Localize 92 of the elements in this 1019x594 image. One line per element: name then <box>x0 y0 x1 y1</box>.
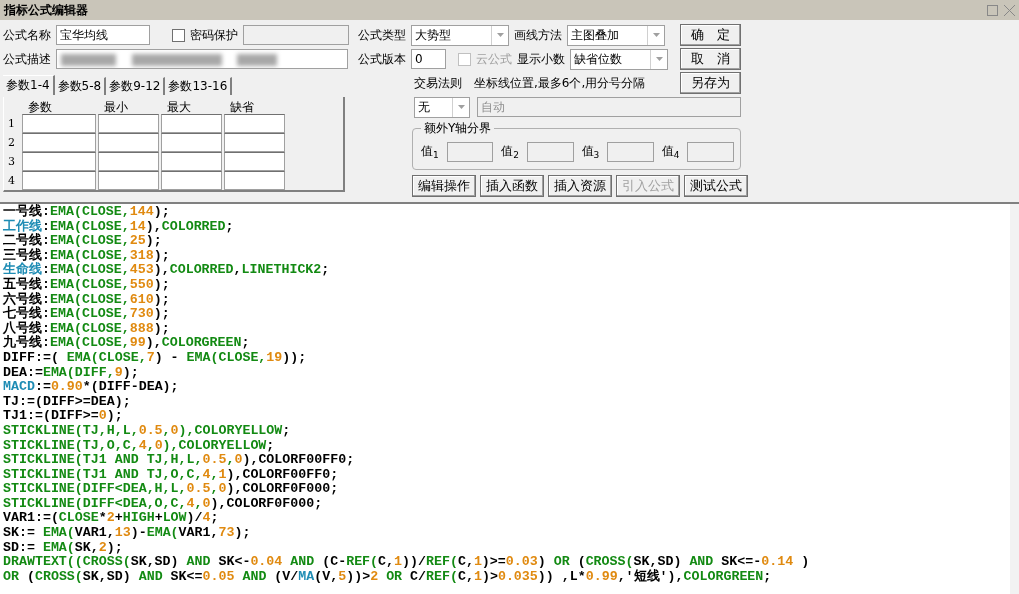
decimals-dropdown[interactable]: 缺省位数 <box>570 48 668 70</box>
param-tab[interactable]: 参数9-12 <box>106 77 166 95</box>
param-input[interactable] <box>161 152 222 171</box>
code-line: OR (CROSS(SK,SD) AND SK<=0.05 AND (V/MA(V,5))>2 OR C/REF(C,1)>0.035)) ,L*0.99,'短线'),COLORGREEN; <box>3 569 773 585</box>
action-button[interactable]: 编辑操作 <box>412 175 476 197</box>
field-label: 值$_{2}$ <box>501 143 519 161</box>
code-line: TJ1:=(DIFF>=0); <box>3 409 124 424</box>
window-title: 指标公式编辑器 <box>4 1 88 19</box>
formula-type-dropdown[interactable]: 大势型 <box>411 24 509 46</box>
name-field[interactable]: 宝华均线 <box>56 25 150 45</box>
code-line: 三号线:EMA(CLOSE,318); <box>3 248 171 263</box>
param-input[interactable] <box>161 114 222 133</box>
param-input[interactable] <box>98 171 159 190</box>
save-as-button[interactable]: 另存为 <box>680 72 741 94</box>
code-line: TJ:=(DIFF>=DEA); <box>3 394 132 410</box>
column-header: 缺省 <box>229 100 255 114</box>
dropdown-arrow-icon <box>655 57 663 61</box>
value-field[interactable] <box>446 142 494 162</box>
param-input[interactable] <box>22 133 96 152</box>
code-line: MACD:=0.90*(DIFF-DEA); <box>3 380 180 395</box>
code-line: 九号线:EMA(CLOSE,99),COLORGREEN; <box>3 336 251 351</box>
code-line: STICKLINE(TJ1 AND TJ,O,C,4,1),COLORF00FF0; <box>3 467 340 483</box>
code-line: 五号线:EMA(CLOSE,550); <box>3 277 171 292</box>
field-label: 显示小数 <box>517 50 565 68</box>
field-label: 值$_{3}$ <box>581 143 600 161</box>
code-line: DIFF:=( EMA(CLOSE,7) - EMA(CLOSE,19)); <box>3 350 308 366</box>
dropdown-arrow-icon <box>652 33 660 37</box>
field-label: 公式版本 <box>358 50 406 68</box>
column-header: 最大 <box>166 100 192 114</box>
value-field[interactable] <box>687 142 734 162</box>
row-number: 3 <box>8 154 16 170</box>
field-label: 坐标线位置,最多6个,用分号分隔 <box>474 74 646 92</box>
param-input[interactable] <box>22 152 96 171</box>
draw-method-dropdown[interactable]: 主图叠加 <box>567 24 665 46</box>
version-field[interactable]: 0 <box>411 49 446 69</box>
row-number: 2 <box>8 135 16 151</box>
code-line: DEA:=EMA(DIFF,9); <box>3 365 140 381</box>
param-input[interactable] <box>22 171 96 190</box>
param-input[interactable] <box>224 133 285 152</box>
field-label: 值$_{1}$ <box>421 143 439 161</box>
checkbox[interactable] <box>172 28 185 42</box>
code-line: 工作线:EMA(CLOSE,14),COLORRED; <box>3 219 235 234</box>
scrollbar[interactable] <box>1010 204 1019 594</box>
code-line: 二号线:EMA(CLOSE,25); <box>3 234 163 249</box>
action-button[interactable]: 插入资源 <box>548 175 612 197</box>
param-input[interactable] <box>224 171 285 190</box>
group-title: 额外Y轴分界 <box>421 120 495 137</box>
field-label: 公式名称 <box>3 26 51 44</box>
code-line: STICKLINE(DIFF<DEA,O,C,4,0),COLORF0F000; <box>3 496 324 512</box>
column-header: 最小 <box>103 100 129 114</box>
row-number: 4 <box>8 173 16 189</box>
param-input[interactable] <box>98 133 159 152</box>
action-button[interactable]: 插入函数 <box>480 175 544 197</box>
checkbox-label: 云公式 <box>476 50 512 68</box>
dropdown-arrow-icon <box>496 33 504 37</box>
column-header: 参数 <box>27 100 53 114</box>
code-line: 生命线:EMA(CLOSE,453),COLORRED,LINETHICK2; <box>3 263 331 278</box>
dropdown-arrow-icon <box>457 105 465 109</box>
code-line: 六号线:EMA(CLOSE,610); <box>3 292 171 307</box>
param-input[interactable] <box>22 114 96 133</box>
value-field[interactable] <box>527 142 574 162</box>
code-line: 八号线:EMA(CLOSE,888); <box>3 321 171 336</box>
field-label: 交易法则 <box>414 74 462 92</box>
code-line: DRAWTEXT((CROSS(SK,SD) AND SK<-0.04 AND (C-REF(C,1))/REF(C,1)>=0.03) OR (CROSS(SK,SD) AND SK<=-0.14 ) <box>3 555 811 570</box>
field-label: 公式类型 <box>358 26 406 44</box>
param-tab[interactable]: 参数13-16 <box>165 77 233 95</box>
field-label: 值$_{4}$ <box>661 143 680 161</box>
param-input[interactable] <box>161 171 222 190</box>
ok-button[interactable]: 确 定 <box>680 24 741 46</box>
param-input[interactable] <box>98 114 159 133</box>
code-line: SD:= EMA(SK,2); <box>3 540 124 556</box>
value-field[interactable] <box>607 142 654 162</box>
field-label: 画线方法 <box>514 26 562 44</box>
code-line: STICKLINE(TJ,O,C,4,0),COLORYELLOW; <box>3 438 276 454</box>
code-line: VAR1:=(CLOSE*2+HIGH+LOW)/4; <box>3 511 220 527</box>
code-line: STICKLINE(TJ1 AND TJ,H,L,0.5,0),COLORF00FF0; <box>3 453 356 468</box>
field-label: 公式描述 <box>3 50 51 68</box>
code-line: STICKLINE(TJ,H,L,0.5,0),COLORYELLOW; <box>3 423 292 439</box>
action-button[interactable]: 测试公式 <box>684 175 748 197</box>
param-input[interactable] <box>224 152 285 171</box>
trade-rule-dropdown[interactable]: 无 <box>414 96 470 118</box>
param-input[interactable] <box>224 114 285 133</box>
description-field[interactable] <box>56 49 348 69</box>
cancel-button[interactable]: 取 消 <box>680 48 741 70</box>
row-number: 1 <box>8 116 16 132</box>
checkbox-label: 密码保护 <box>190 26 238 44</box>
param-tab[interactable]: 参数1-4 <box>3 75 55 95</box>
code-line: SK:= EMA(VAR1,13)-EMA(VAR1,73); <box>3 526 252 541</box>
param-input[interactable] <box>161 133 222 152</box>
code-line: 一号线:EMA(CLOSE,144); <box>3 205 171 219</box>
param-input[interactable] <box>98 152 159 171</box>
code-line: STICKLINE(DIFF<DEA,H,L,0.5,0),COLORF0F000; <box>3 482 340 497</box>
